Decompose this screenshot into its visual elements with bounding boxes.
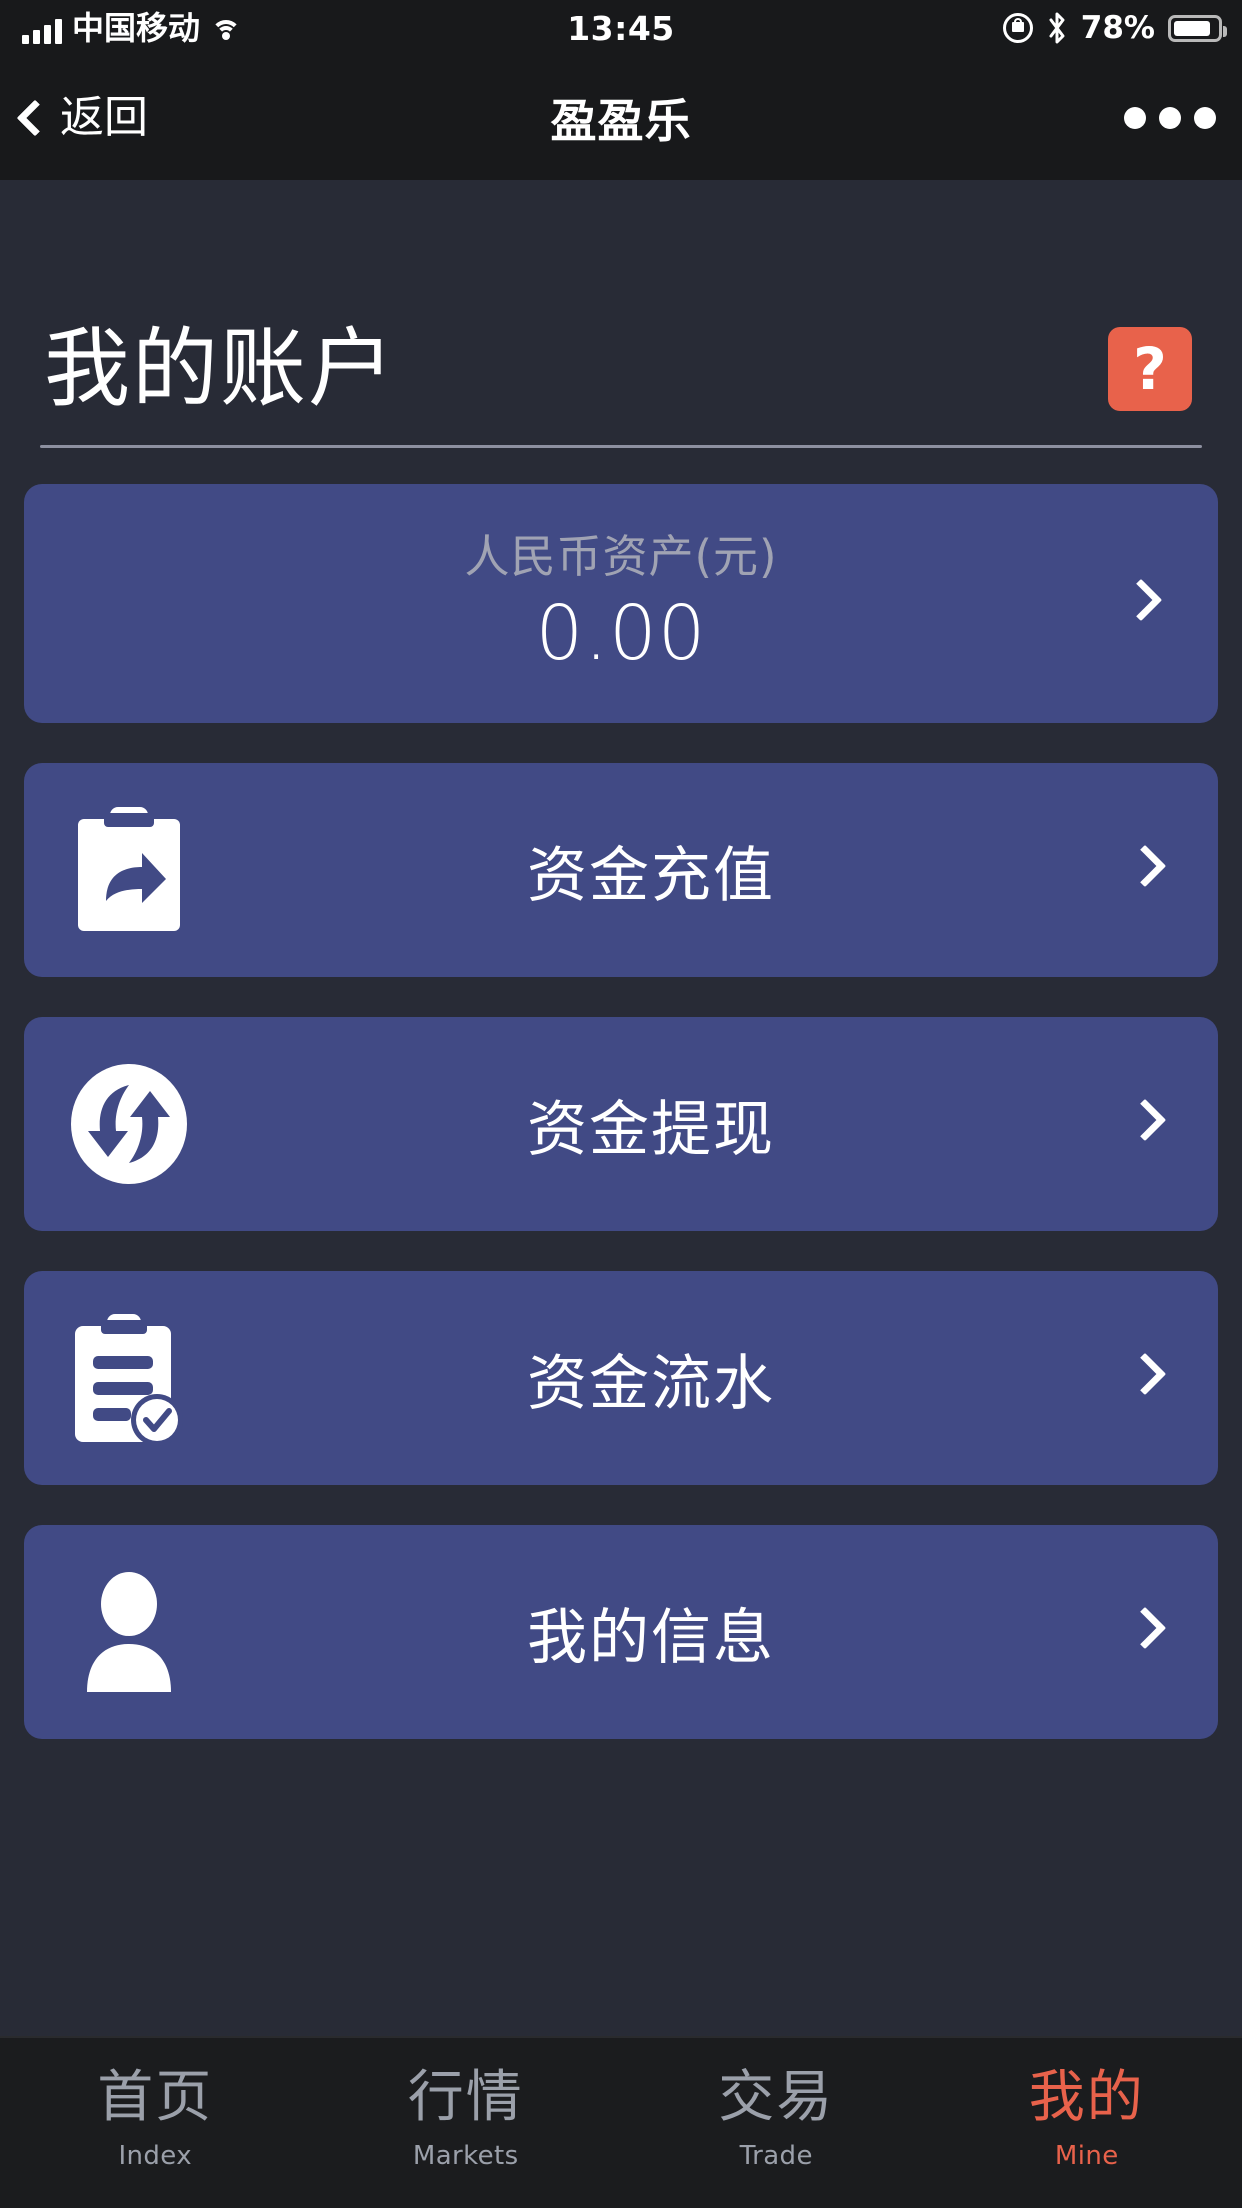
chevron-right-icon [1123, 1352, 1167, 1396]
menu-item-withdraw[interactable]: 资金提现 [24, 1017, 1218, 1231]
tab-label-en: Markets [412, 2141, 519, 2172]
balance-value: 0.00 [535, 589, 707, 678]
menu-item-deposit[interactable]: 资金充值 [24, 763, 1218, 977]
menu-item-profile[interactable]: 我的信息 [24, 1525, 1218, 1739]
nav-bar: 返回 盈盈乐 [0, 56, 1242, 180]
tab-index[interactable]: 首页 Index [0, 2038, 311, 2208]
chevron-right-icon [1123, 1098, 1167, 1142]
help-button-label: ? [1133, 335, 1167, 403]
tab-label-cn: 交易 [718, 2065, 835, 2130]
balance-label: 人民币资产(元) [464, 530, 778, 584]
nav-title: 盈盈乐 [550, 94, 692, 148]
tab-mine[interactable]: 我的 Mine [932, 2038, 1242, 2208]
menu-item-transactions[interactable]: 资金流水 [24, 1271, 1218, 1485]
clock-label: 13:45 [567, 8, 675, 48]
checklist-icon [24, 1310, 234, 1446]
status-bar: 中国移动 13:45 78% [0, 0, 1242, 56]
app-screen: 中国移动 13:45 78% 返回 盈盈乐 我的账户 ? 人民币资产(元) 0.… [0, 0, 1242, 2208]
page-title: 我的账户 [44, 319, 396, 419]
tab-label-en: Mine [1054, 2141, 1119, 2172]
help-button[interactable]: ? [1108, 327, 1192, 411]
page-header: 我的账户 ? [0, 180, 1242, 412]
card-list: 人民币资产(元) 0.00 资金充值 资金提现 资金流水 我的信息 [0, 448, 1242, 1739]
menu-item-label: 资金充值 [527, 840, 775, 911]
menu-item-label: 我的信息 [527, 1602, 775, 1673]
bottom-tab-bar: 首页 Index 行情 Markets 交易 Trade 我的 Mine [0, 2036, 1242, 2208]
tab-markets[interactable]: 行情 Markets [311, 2038, 622, 2208]
person-icon [24, 1572, 234, 1692]
menu-item-label: 资金流水 [527, 1348, 775, 1419]
battery-icon [1168, 14, 1227, 42]
menu-item-label: 资金提现 [527, 1094, 775, 1165]
circular-exchange-icon [24, 1061, 234, 1187]
chevron-right-icon [1123, 844, 1167, 888]
tab-label-cn: 我的 [1028, 2065, 1145, 2130]
tab-label-en: Trade [739, 2141, 813, 2172]
balance-card[interactable]: 人民币资产(元) 0.00 [24, 484, 1218, 723]
tab-label-cn: 首页 [97, 2065, 214, 2130]
chevron-right-icon [1123, 1606, 1167, 1650]
tab-label-cn: 行情 [407, 2065, 524, 2130]
chevron-right-icon [1119, 578, 1163, 621]
clipboard-share-icon [24, 805, 234, 935]
tab-label-en: Index [118, 2141, 193, 2172]
rotation-lock-icon [1002, 13, 1033, 43]
page-body: 我的账户 ? 人民币资产(元) 0.00 资金充值 资金提现 资金流水 我的信息 [0, 180, 1242, 2036]
tab-trade[interactable]: 交易 Trade [621, 2038, 932, 2208]
